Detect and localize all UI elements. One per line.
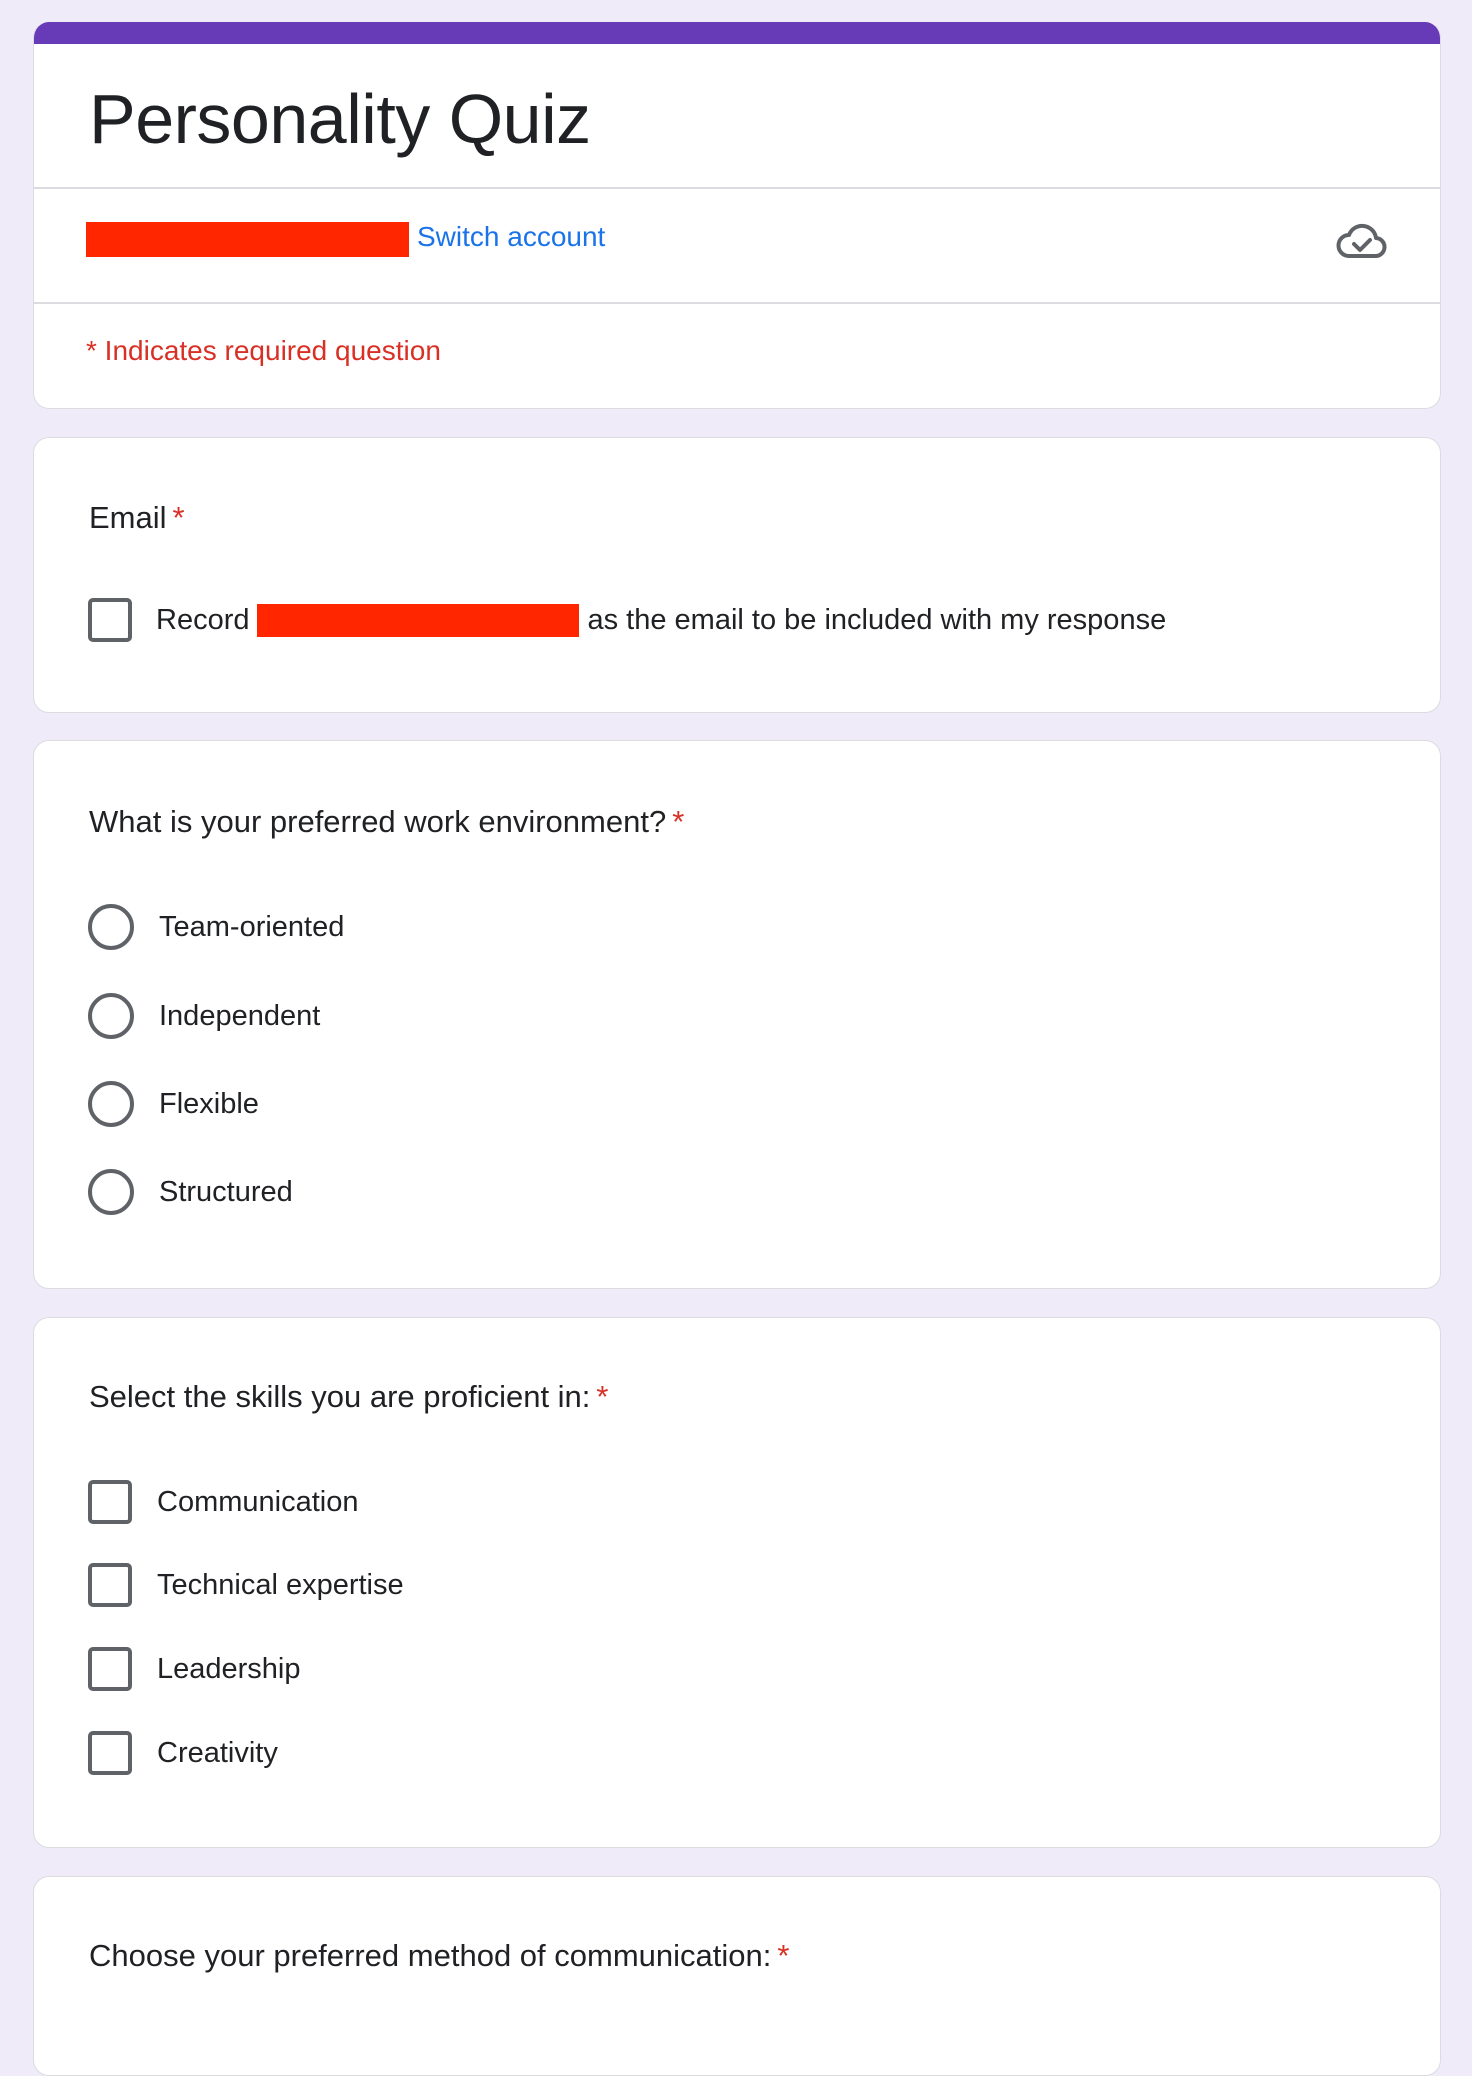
question-title: Choose your preferred method of communic… [89,1936,789,1976]
redacted-email [256,603,579,637]
question-title-text: Choose your preferred method of communic… [89,1938,772,1973]
theme-accent-bar [34,22,1440,44]
checkbox[interactable] [88,1731,132,1775]
option-label: Independent [159,1000,321,1032]
record-email-suffix: as the email to be included with my resp… [587,604,1167,636]
question-title: What is your preferred work environment?… [89,802,684,842]
form-header-card: Personality Quiz Switch account * Indica… [33,22,1441,409]
checkbox-option[interactable]: Leadership [88,1646,301,1692]
question-card-communication-method: Choose your preferred method of communic… [33,1876,1441,2076]
required-asterisk: * [672,804,685,839]
question-title: Email * [89,498,185,538]
form-title: Personality Quiz [89,80,591,158]
required-asterisk: * [596,1379,609,1414]
radio-option[interactable]: Independent [88,993,320,1039]
question-title: Select the skills you are proficient in:… [89,1377,608,1417]
option-label: Flexible [159,1088,259,1120]
checkbox[interactable] [88,1563,132,1607]
checkbox-option[interactable]: Communication [88,1479,358,1525]
checkbox[interactable] [88,1480,132,1524]
option-label: Creativity [157,1737,278,1769]
question-title-text: Select the skills you are proficient in: [89,1379,591,1414]
checkbox[interactable] [88,1647,132,1691]
option-label: Technical expertise [157,1569,404,1601]
question-card-email: Email * Record as the email to be include… [33,437,1441,713]
option-label: Leadership [157,1653,301,1685]
checkbox-option[interactable]: Technical expertise [88,1562,404,1608]
question-card-skills: Select the skills you are proficient in:… [33,1317,1441,1848]
option-label: Structured [159,1176,293,1208]
radio-option[interactable]: Structured [88,1169,293,1215]
question-title-text: What is your preferred work environment? [89,804,667,839]
record-email-prefix: Record [156,604,250,636]
question-card-work-environment: What is your preferred work environment?… [33,740,1441,1289]
radio-button[interactable] [88,1081,134,1127]
redacted-account-email [86,222,409,257]
radio-option[interactable]: Flexible [88,1081,259,1127]
record-email-checkbox[interactable] [88,598,132,642]
question-title-text: Email [89,500,167,535]
record-email-option[interactable]: Record as the email to be included with … [88,597,1166,643]
header-divider [34,187,1440,189]
option-label: Team-oriented [159,911,345,943]
radio-option[interactable]: Team-oriented [88,904,344,950]
required-asterisk: * [172,500,185,535]
radio-button[interactable] [88,1169,134,1215]
cloud-done-icon [1336,220,1388,264]
required-question-note: * Indicates required question [86,335,441,366]
checkbox-option[interactable]: Creativity [88,1730,278,1776]
option-label: Communication [157,1486,359,1518]
radio-button[interactable] [88,904,134,950]
radio-button[interactable] [88,993,134,1039]
required-asterisk: * [777,1938,790,1973]
switch-account-link[interactable]: Switch account [417,220,605,254]
header-divider [34,302,1440,304]
